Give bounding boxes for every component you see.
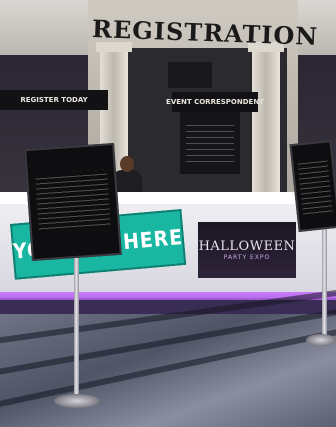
halloween-subtitle: PARTY EXPO — [223, 254, 271, 261]
halloween-expo-graphic: HALLOWEEN PARTY EXPO — [198, 222, 296, 278]
right-column — [248, 42, 284, 200]
right-stanchion-pole — [322, 222, 327, 342]
halloween-title: HALLOWEEN — [198, 239, 296, 254]
right-sign-text-lines — [297, 156, 333, 216]
left-stanchion-sign — [24, 142, 122, 262]
staff-person-head — [120, 156, 134, 172]
right-stanchion-sign — [289, 140, 336, 232]
small-hanging-sign — [168, 62, 212, 88]
left-stanchion-base — [54, 394, 100, 408]
event-correspondent-banner: EVENT CORRESPONDENT — [166, 92, 264, 112]
left-sign-text-lines — [34, 169, 111, 231]
right-stanchion-base — [306, 334, 336, 346]
register-today-banner: REGISTER TODAY — [0, 90, 108, 110]
right-sign-title — [297, 153, 327, 156]
left-stanchion-pole — [74, 250, 79, 402]
interior-sign — [180, 112, 240, 174]
registration-photo: REGISTRATION REGISTER TODAY EVENT CORRES… — [0, 0, 336, 427]
